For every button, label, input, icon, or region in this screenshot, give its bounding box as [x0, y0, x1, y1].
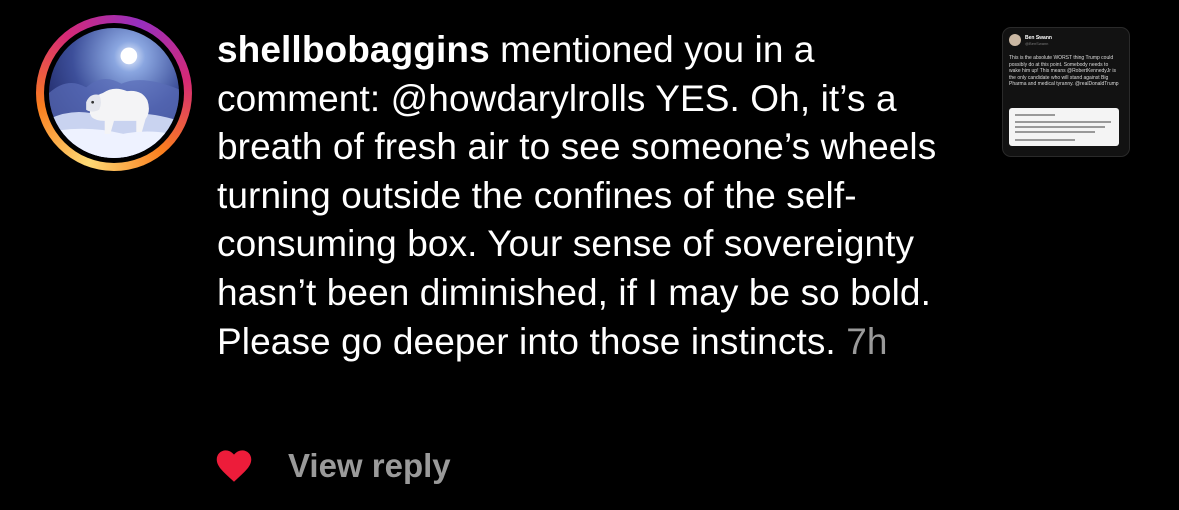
comment-message: mentioned you in a comment: @howdarylrol… — [217, 29, 937, 362]
quoted-line — [1015, 114, 1055, 116]
avatar[interactable] — [49, 28, 179, 158]
thumbnail-handle: @BenSwann — [1025, 40, 1049, 46]
thumbnail-avatar — [1009, 34, 1021, 46]
thumbnail-quoted-post — [1009, 108, 1119, 146]
avatar-frame — [44, 23, 184, 163]
thumbnail-header: Ben Swann @BenSwann — [1009, 34, 1052, 46]
story-ring[interactable] — [36, 15, 192, 171]
heart-icon[interactable] — [216, 449, 252, 483]
avatar-image — [49, 28, 179, 158]
comment-text: shellbobaggins mentioned you in a commen… — [217, 26, 977, 366]
timestamp: 7h — [846, 320, 888, 362]
username-link[interactable]: shellbobaggins — [217, 29, 490, 70]
thumbnail-text: This is the absolute WORST thing Trump c… — [1009, 55, 1119, 88]
view-reply-button[interactable]: View reply — [288, 447, 451, 485]
quoted-line — [1015, 131, 1095, 133]
quoted-line — [1015, 126, 1105, 128]
moon-shape — [120, 47, 138, 65]
post-thumbnail[interactable]: Ben Swann @BenSwann This is the absolute… — [1002, 27, 1130, 157]
quoted-line — [1015, 139, 1075, 141]
thumbnail-author: Ben Swann — [1025, 34, 1052, 41]
quoted-line — [1015, 121, 1111, 123]
comment-actions: View reply — [216, 442, 451, 490]
